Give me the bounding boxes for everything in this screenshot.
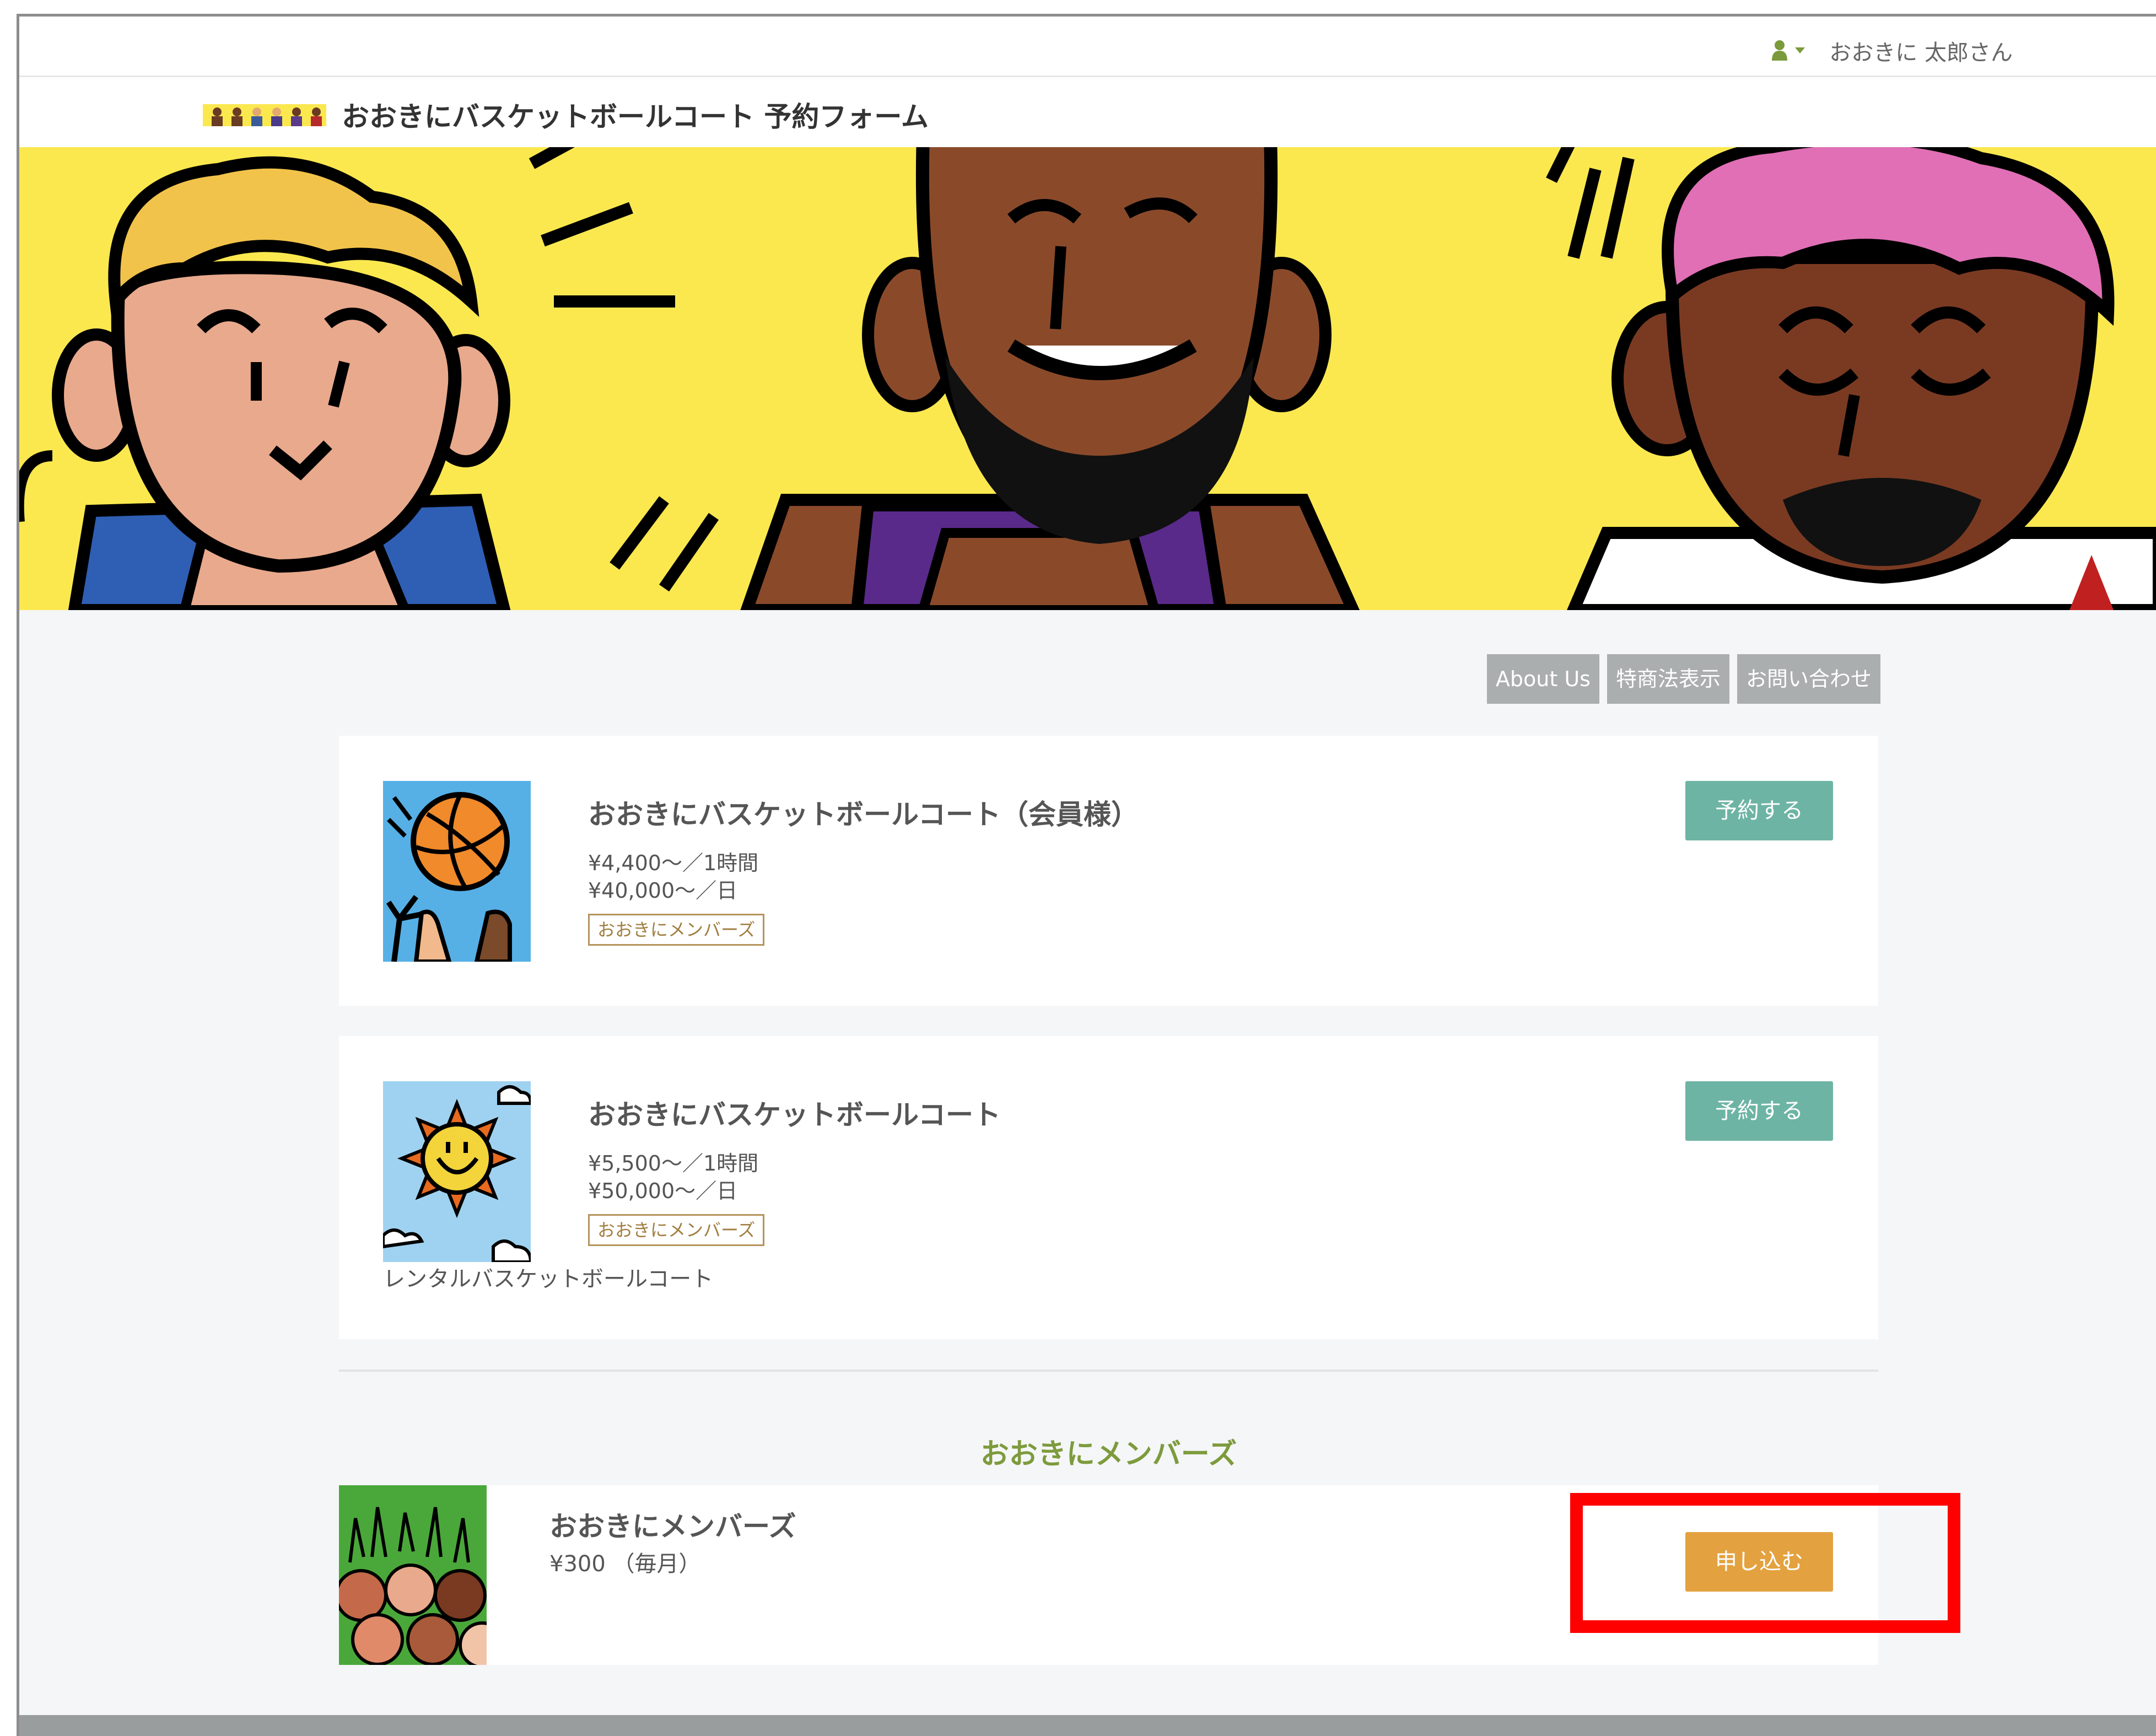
membership-price: ¥300 （毎月）: [549, 1551, 701, 1577]
hero-banner: [19, 147, 2156, 610]
product-thumbnail-basketball[interactable]: [383, 781, 531, 962]
product-thumbnail-sun[interactable]: [383, 1081, 531, 1262]
product-tag: おおきにメンバーズ: [588, 914, 765, 946]
user-menu[interactable]: おおきに 太郎さん: [1771, 34, 2013, 67]
product-price-day: ¥40,000〜／日: [588, 878, 738, 903]
nav-legal-notice[interactable]: 特商法表示: [1607, 654, 1729, 704]
reserve-button[interactable]: 予約する: [1685, 1081, 1833, 1141]
product-price-hour: ¥5,500〜／1時間: [588, 1151, 759, 1176]
product-title: おおきにバスケットボールコート: [588, 1099, 1001, 1131]
user-bar: おおきに 太郎さん: [19, 17, 2156, 77]
nav-contact[interactable]: お問い合わせ: [1737, 654, 1880, 704]
membership-thumbnail[interactable]: [339, 1485, 487, 1665]
player-illustration-3: [1567, 147, 2156, 610]
footer-bar: [19, 1715, 2156, 1736]
player-illustration-1: [19, 156, 511, 610]
product-title: おおきにバスケットボールコート（会員様）: [588, 799, 1139, 831]
membership-title: おおきにメンバーズ: [549, 1511, 796, 1543]
user-icon[interactable]: [1771, 40, 1810, 62]
product-card-court: おおきにバスケットボールコート ¥5,500〜／1時間 ¥50,000〜／日 お…: [339, 1036, 1878, 1339]
user-name[interactable]: おおきに 太郎さん: [1829, 35, 2013, 67]
reserve-button[interactable]: 予約する: [1685, 781, 1833, 840]
site-logo[interactable]: [203, 103, 326, 130]
chevron-down-icon: [1795, 47, 1805, 53]
product-tag: おおきにメンバーズ: [588, 1214, 765, 1246]
highlight-box: [1570, 1493, 1960, 1633]
membership-section-title: おおきにメンバーズ: [980, 1438, 1237, 1471]
nav-about-us[interactable]: About Us: [1486, 654, 1599, 704]
page-title: おおきにバスケットボールコート 予約フォーム: [342, 101, 929, 133]
product-card-members: おおきにバスケットボールコート（会員様） ¥4,400〜／1時間 ¥40,000…: [339, 736, 1878, 1006]
product-price-hour: ¥4,400〜／1時間: [588, 851, 759, 875]
section-divider: [339, 1370, 1878, 1372]
browser-frame: おおきに 太郎さん おおきにバスケットボールコート 予約フォーム About U…: [17, 14, 2156, 1736]
product-description: レンタルバスケットボールコート: [383, 1266, 714, 1292]
product-price-day: ¥50,000〜／日: [588, 1179, 738, 1203]
title-bar: おおきにバスケットボールコート 予約フォーム: [19, 77, 2156, 147]
player-illustration-2: [740, 147, 1360, 610]
top-nav: About Us 特商法表示 お問い合わせ: [1486, 654, 1880, 704]
